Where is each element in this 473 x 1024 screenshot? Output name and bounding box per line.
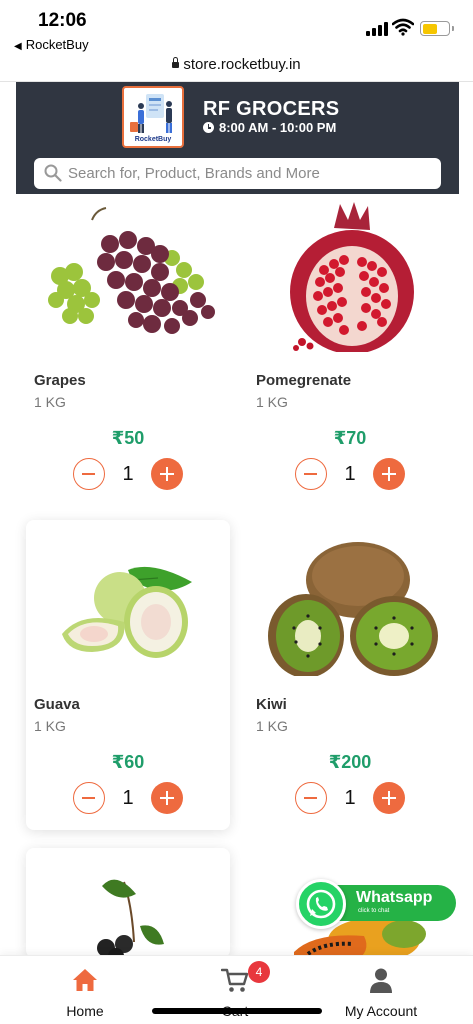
quantity-value: 1 xyxy=(344,787,356,809)
search-input[interactable] xyxy=(68,158,433,189)
product-unit: 1 KG xyxy=(34,718,66,734)
store-hours: 8:00 AM - 10:00 PM xyxy=(203,120,336,135)
increase-quantity-button[interactable] xyxy=(151,458,183,490)
decrease-quantity-button[interactable] xyxy=(295,782,327,814)
lock-icon xyxy=(172,57,180,68)
quantity-stepper: 1 xyxy=(73,782,183,816)
product-card-jamun[interactable] xyxy=(26,848,230,962)
whatsapp-sublabel: click to chat xyxy=(358,908,390,914)
nav-my-account-label: My Account xyxy=(344,1003,418,1019)
product-price: ₹200 xyxy=(328,752,372,772)
logo-text: RocketBuy xyxy=(134,136,172,143)
store-name: RF GROCERS xyxy=(203,98,340,120)
product-price: ₹50 xyxy=(111,428,145,448)
wifi-icon xyxy=(392,18,414,36)
status-time: 12:06 xyxy=(38,10,87,31)
product-unit: 1 KG xyxy=(34,394,66,410)
quantity-value: 1 xyxy=(122,463,134,485)
signal-icon xyxy=(366,22,388,36)
decrease-quantity-button[interactable] xyxy=(73,458,105,490)
decrease-quantity-button[interactable] xyxy=(73,782,105,814)
quantity-stepper: 1 xyxy=(295,782,405,816)
whatsapp-chat-button[interactable]: Whatsapp click to chat xyxy=(296,879,456,933)
quantity-value: 1 xyxy=(344,463,356,485)
pomegranate-image xyxy=(290,202,414,352)
back-triangle-icon: ◀ xyxy=(14,41,22,52)
increase-quantity-button[interactable] xyxy=(373,458,405,490)
nav-home-label: Home xyxy=(66,1003,104,1019)
url-bar[interactable]: store.rocketbuy.in xyxy=(0,56,473,82)
user-icon xyxy=(370,968,392,993)
clock-icon xyxy=(203,122,214,133)
jamun-image xyxy=(97,879,164,962)
store-logo[interactable]: RocketBuy xyxy=(122,86,184,148)
nav-home[interactable]: Home xyxy=(10,956,160,1024)
increase-quantity-button[interactable] xyxy=(373,782,405,814)
store-hours-text: 8:00 AM - 10:00 PM xyxy=(219,120,337,135)
product-unit: 1 KG xyxy=(256,394,288,410)
status-bar: 12:06 ◀ RocketBuy xyxy=(0,0,473,56)
back-app-label: RocketBuy xyxy=(25,37,89,52)
product-card-grapes[interactable]: Grapes 1 KG ₹50 1 xyxy=(26,196,230,506)
url-text: store.rocketbuy.in xyxy=(183,56,301,73)
quantity-stepper: 1 xyxy=(295,458,405,492)
product-card-pomegranate[interactable]: Pomegrenate 1 KG ₹70 1 xyxy=(248,196,452,506)
whatsapp-label: Whatsapp xyxy=(356,889,433,906)
product-name: Kiwi xyxy=(256,696,287,713)
product-unit: 1 KG xyxy=(256,718,288,734)
app-screen: 12:06 ◀ RocketBuy store.rocketbuy.in Roc… xyxy=(0,0,473,1024)
cart-count-badge: 4 xyxy=(248,961,270,983)
product-name: Pomegrenate xyxy=(256,372,352,389)
product-card-guava[interactable]: Guava 1 KG ₹60 1 xyxy=(26,520,230,830)
home-icon xyxy=(73,969,97,991)
quantity-value: 1 xyxy=(122,787,134,809)
guava-image xyxy=(62,566,192,658)
store-illustration-icon xyxy=(130,94,172,133)
search-icon xyxy=(44,164,62,182)
store-header: RocketBuy RF GROCERS 8:00 AM - 10:00 PM xyxy=(16,82,459,194)
battery-icon xyxy=(420,21,454,36)
decrease-quantity-button[interactable] xyxy=(295,458,327,490)
whatsapp-icon xyxy=(296,879,346,929)
search-bar[interactable] xyxy=(34,158,441,189)
increase-quantity-button[interactable] xyxy=(151,782,183,814)
product-name: Grapes xyxy=(34,372,86,389)
home-indicator xyxy=(152,1008,322,1014)
kiwi-image xyxy=(268,542,438,676)
cart-icon xyxy=(221,968,249,992)
nav-my-account[interactable]: My Account xyxy=(306,956,456,1024)
product-price: ₹60 xyxy=(111,752,145,772)
grapes-image xyxy=(48,207,215,334)
product-price: ₹70 xyxy=(333,428,367,448)
product-card-kiwi[interactable]: Kiwi 1 KG ₹200 1 xyxy=(248,520,452,830)
product-name: Guava xyxy=(34,696,80,713)
back-to-app-link[interactable]: ◀ RocketBuy xyxy=(14,37,89,52)
quantity-stepper: 1 xyxy=(73,458,183,492)
